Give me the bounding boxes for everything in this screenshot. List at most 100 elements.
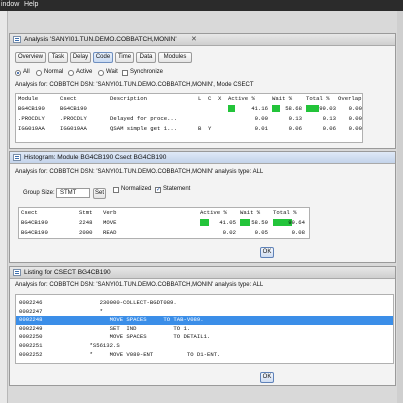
column-header-wait[interactable]: Wait %: [272, 94, 292, 103]
analysis-title: Analysis 'SANYI01.TUN.DEMO.COBBATCH,MONI…: [24, 36, 177, 43]
column-header-x[interactable]: X: [218, 94, 221, 103]
source-line[interactable]: 0002251 *S56132.S: [16, 342, 393, 351]
source-line[interactable]: 0002246 230000-COLLECT-BGDT089.: [16, 299, 393, 308]
source-line[interactable]: 0002249 SET IND TO 1.: [16, 325, 393, 334]
set-button[interactable]: Set: [93, 188, 106, 199]
filter-active-radio[interactable]: [68, 70, 74, 76]
column-header-module[interactable]: Module: [18, 94, 38, 103]
column-header-total[interactable]: Total %: [273, 208, 297, 217]
cell-desc: QSAM simple get 1...: [110, 125, 178, 132]
cell-csect: BG4CB190: [21, 219, 48, 226]
column-header-active[interactable]: Active %: [200, 208, 227, 217]
listing-info: Analysis for: COBBTCH DSN: 'SANYI01.TUN.…: [15, 282, 264, 288]
statement-checkbox[interactable]: [155, 186, 161, 193]
cell-total: 0.08: [291, 229, 305, 236]
cell-c: Y: [208, 125, 212, 132]
table-row[interactable]: BG4CB190 2000 READ 0.02 0.05 0.08: [19, 228, 309, 237]
listing-panel: Listing for CSECT BG4CB190 Analysis for:…: [9, 266, 396, 386]
tab-modules[interactable]: Modules: [158, 52, 192, 63]
cell-active: 0.01: [254, 125, 268, 132]
cell-wait: 0.05: [254, 229, 268, 236]
source-line[interactable]: 0002252 * MOVE V089-ENT TO D1-ENT.: [16, 351, 393, 360]
cell-total: 99.03: [319, 105, 336, 112]
cell-csect: BG4CB190: [60, 105, 87, 112]
synchronize-label: Synchronize: [130, 69, 164, 75]
statement-label: Statement: [163, 186, 191, 192]
column-header-stmt[interactable]: Stmt: [79, 208, 92, 217]
filter-active-label: Active: [76, 69, 93, 75]
column-header-csect[interactable]: Csect: [60, 94, 77, 103]
histogram-ok-button[interactable]: OK: [260, 247, 274, 258]
cell-overlap: 0.00: [348, 115, 362, 122]
cell-csect: BG4CB190: [21, 229, 48, 236]
filter-wait-radio[interactable]: [98, 70, 104, 76]
column-header-active[interactable]: Active %: [228, 94, 255, 103]
tab-task[interactable]: Task: [48, 52, 68, 63]
source-line[interactable]: 0002250 MOVE SPACES TO DETAIL1.: [16, 333, 393, 342]
column-header-description[interactable]: Description: [110, 94, 147, 103]
menu-window[interactable]: indow: [1, 1, 19, 8]
tab-code[interactable]: Code: [93, 52, 113, 63]
filter-all-radio[interactable]: [15, 70, 21, 76]
column-header-verb[interactable]: Verb: [103, 208, 116, 217]
table-row[interactable]: IGG019AA IGG019AA QSAM simple get 1... B Y 0.…: [16, 124, 362, 133]
analysis-panel: Analysis 'SANYI01.TUN.DEMO.COBBATCH,MONI…: [9, 33, 396, 149]
listing-view-icon: [13, 269, 21, 276]
cell-total: 0.13: [322, 115, 336, 122]
analysis-titlebar: Analysis 'SANYI01.TUN.DEMO.COBBATCH,MONI…: [10, 34, 395, 46]
cell-module: .PROCDLY: [18, 115, 45, 122]
listing-ok-button[interactable]: OK: [260, 372, 274, 383]
table-row[interactable]: .PROCDLY .PROCDLY Delayed for proce... 0.00…: [16, 114, 362, 123]
filter-wait-label: Wait: [106, 69, 118, 75]
filter-normal-label: Normal: [44, 69, 64, 75]
cell-overlap: 0.00: [348, 125, 362, 132]
group-size-label: Group Size:: [23, 190, 55, 196]
cell-csect: .PROCDLY: [60, 115, 87, 122]
cell-active: 41.05: [219, 219, 236, 226]
column-header-csect[interactable]: Csect: [21, 208, 38, 217]
column-header-overlap[interactable]: Overlap %: [338, 94, 362, 103]
tab-overview[interactable]: Overview: [15, 52, 46, 63]
cell-active: 41.16: [251, 105, 268, 112]
tab-time[interactable]: Time: [115, 52, 134, 63]
close-icon[interactable]: ✕: [191, 35, 197, 43]
table-row[interactable]: BG4CB190 BG4CB190 41.16 58.68 99.03 0.00: [16, 104, 362, 113]
histogram-title: Histogram: Module BG4CB190 Csect BG4CB19…: [24, 154, 167, 161]
cell-total: 99.64: [288, 219, 305, 226]
cell-overlap: 0.00: [348, 105, 362, 112]
tab-data[interactable]: Data: [136, 52, 156, 63]
menu-help[interactable]: Help: [24, 1, 38, 8]
cell-wait: 0.13: [288, 115, 302, 122]
analysis-table: Module Csect Description L C X Active % …: [15, 93, 363, 143]
cell-verb: MOVE: [103, 219, 117, 226]
column-header-wait[interactable]: Wait %: [240, 208, 260, 217]
cell-module: IGG019AA: [18, 125, 45, 132]
histogram-view-icon: [13, 154, 21, 161]
menu-bar: indow Help: [0, 0, 403, 11]
listing-title: Listing for CSECT BG4CB190: [24, 269, 111, 276]
histogram-table: Csect Stmt Verb Active % Wait % Total % …: [18, 207, 310, 239]
cell-wait: 58.59: [251, 219, 268, 226]
histogram-panel: Histogram: Module BG4CB190 Csect BG4CB19…: [9, 151, 396, 263]
normalized-label: Normalized: [121, 186, 152, 192]
normalized-checkbox[interactable]: [113, 187, 119, 193]
listing-text-area[interactable]: 0002246 230000-COLLECT-BGDT089. 0002247 *…: [15, 294, 394, 364]
table-row[interactable]: BG4CB190 2248 MOVE 41.05 58.59 99.64: [19, 218, 309, 227]
histogram-info: Analysis for: COBBTCH DSN: 'SANYI01.TUN.…: [15, 169, 264, 175]
column-header-c[interactable]: C: [208, 94, 211, 103]
analysis-view-icon: [13, 36, 21, 43]
filter-normal-radio[interactable]: [36, 70, 42, 76]
synchronize-checkbox[interactable]: [122, 70, 128, 76]
column-header-l[interactable]: L: [198, 94, 201, 103]
right-side-strip: [397, 11, 403, 403]
highlighted-source-line[interactable]: 0002248 MOVE SPACES TO TAB-V089.: [16, 316, 393, 325]
cell-total: 0.06: [322, 125, 336, 132]
tab-delay[interactable]: Delay: [70, 52, 91, 63]
cell-wait: 58.68: [285, 105, 302, 112]
left-side-strip: [0, 11, 8, 403]
analysis-info: Analysis for: COBBTCH DSN: 'SANYI01.TUN.…: [15, 82, 254, 88]
source-line[interactable]: 0002247 *: [16, 308, 393, 317]
column-header-total[interactable]: Total %: [306, 94, 330, 103]
group-size-input[interactable]: STMT: [56, 188, 90, 198]
cell-module: BG4CB190: [18, 105, 45, 112]
